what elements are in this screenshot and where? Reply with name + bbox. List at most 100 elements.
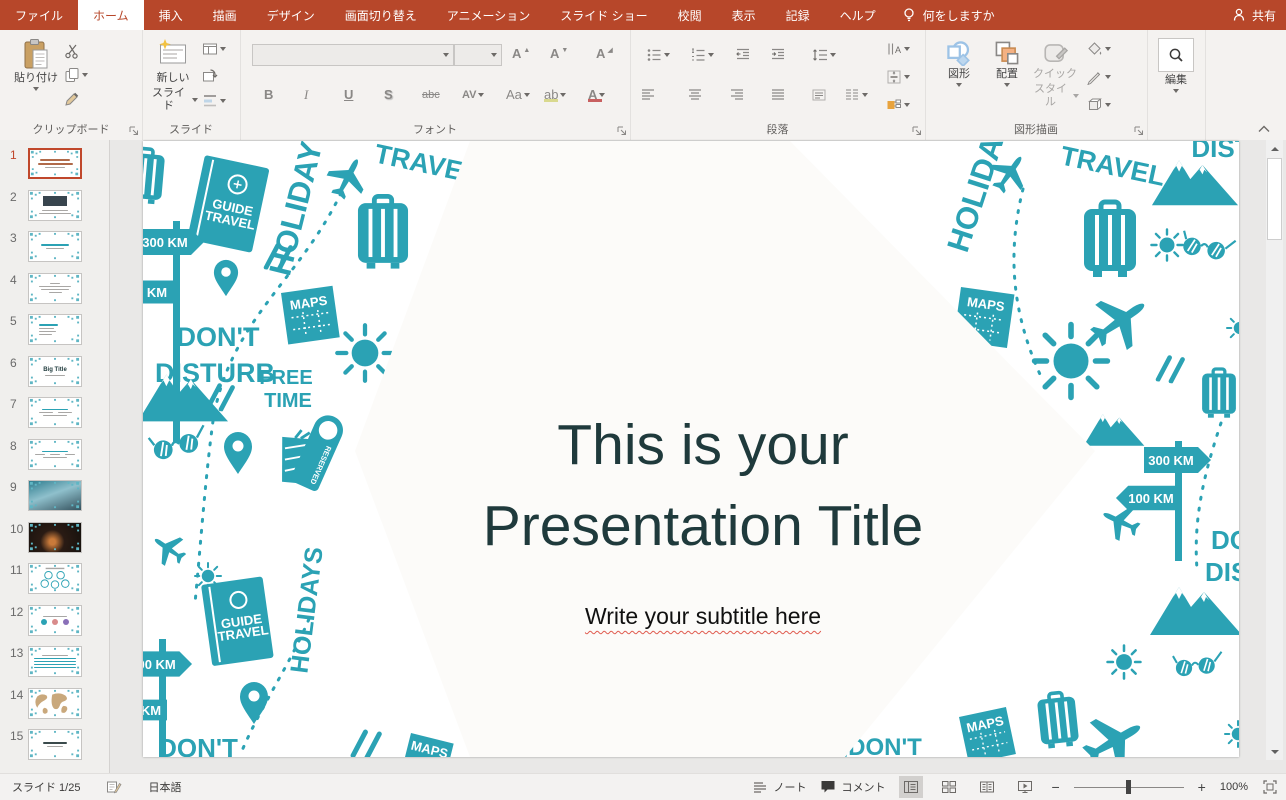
slide-title-placeholder[interactable]: This is your Presentation Title bbox=[323, 405, 1083, 567]
slide-sorter-view-button[interactable] bbox=[937, 776, 961, 798]
clipboard-dialog-launcher[interactable] bbox=[128, 125, 139, 136]
tab-8[interactable]: 校閲 bbox=[663, 0, 717, 30]
new-slide-button[interactable]: 新しい スライド bbox=[148, 38, 198, 113]
notes-button[interactable]: ノート bbox=[752, 779, 806, 795]
tab-2[interactable]: 挿入 bbox=[144, 0, 198, 30]
shape-outline-button[interactable] bbox=[1087, 68, 1111, 86]
spell-check-icon[interactable] bbox=[106, 779, 122, 795]
slide-thumbnail-row-4[interactable]: 4 bbox=[0, 273, 109, 304]
arrange-button[interactable]: 配置 bbox=[987, 40, 1027, 87]
drawing-dialog-launcher[interactable] bbox=[1133, 125, 1144, 136]
tab-10[interactable]: 記録 bbox=[771, 0, 825, 30]
slide-thumbnail-3[interactable] bbox=[28, 231, 82, 262]
editing-button[interactable]: 編集 bbox=[1158, 38, 1194, 93]
slide-thumbnail-row-1[interactable]: 1 bbox=[0, 148, 109, 179]
slide-thumbnail-13[interactable] bbox=[28, 646, 82, 677]
tab-1[interactable]: ホーム bbox=[78, 0, 144, 30]
slide-thumbnail-row-14[interactable]: 14 bbox=[0, 688, 109, 719]
columns-button[interactable] bbox=[844, 86, 868, 104]
slide-thumbnail-row-8[interactable]: 8 bbox=[0, 439, 109, 470]
tab-0[interactable]: ファイル bbox=[0, 0, 78, 30]
clear-formatting-button[interactable]: A◢ bbox=[596, 45, 613, 63]
fit-to-window-icon[interactable] bbox=[1262, 779, 1278, 795]
copy-button[interactable] bbox=[64, 66, 88, 84]
slide-thumbnail-row-6[interactable]: 6Big Title bbox=[0, 356, 109, 387]
slide-counter[interactable]: スライド 1/25 bbox=[12, 779, 80, 795]
slide-thumbnail-1[interactable] bbox=[28, 148, 82, 179]
strikethrough-button[interactable]: abc bbox=[422, 86, 440, 104]
zoom-in-button[interactable]: + bbox=[1198, 780, 1206, 794]
slide-thumbnail-row-12[interactable]: 12 bbox=[0, 605, 109, 636]
slide-thumbnail-row-2[interactable]: 2 bbox=[0, 190, 109, 221]
convert-smartart-button[interactable] bbox=[886, 96, 910, 114]
grow-font-button[interactable]: A▲ bbox=[512, 45, 530, 63]
slide-thumbnail-row-13[interactable]: 13 bbox=[0, 646, 109, 677]
slide-thumbnail-10[interactable] bbox=[28, 522, 82, 553]
change-case-button[interactable]: Aa bbox=[506, 86, 530, 104]
align-left-button[interactable] bbox=[640, 86, 656, 104]
tab-3[interactable]: 描画 bbox=[198, 0, 252, 30]
align-text-button[interactable] bbox=[886, 68, 910, 86]
bold-button[interactable]: B bbox=[264, 86, 273, 104]
collapse-ribbon-button[interactable] bbox=[1256, 122, 1272, 134]
text-shadow-button[interactable]: S bbox=[384, 86, 393, 104]
slide-layout-button[interactable] bbox=[202, 40, 226, 58]
language-indicator[interactable]: 日本語 bbox=[148, 779, 181, 795]
shapes-button[interactable]: 図形 bbox=[939, 40, 979, 87]
align-center-button[interactable] bbox=[687, 86, 703, 104]
zoom-slider[interactable] bbox=[1074, 780, 1184, 794]
quick-styles-button[interactable]: クイック スタイル bbox=[1031, 40, 1079, 109]
slide-thumbnail-row-7[interactable]: 7 bbox=[0, 397, 109, 428]
share-button[interactable]: 共有 bbox=[1231, 0, 1276, 30]
section-button[interactable] bbox=[202, 92, 226, 110]
slide-thumbnail-row-15[interactable]: 15 bbox=[0, 729, 109, 760]
slide-canvas[interactable]: GUIDE TRAVEL HOLIDAY TRAVEL 300 KM KM bbox=[143, 141, 1239, 757]
character-spacing-button[interactable]: AV bbox=[462, 86, 484, 104]
slide-thumbnail-8[interactable] bbox=[28, 439, 82, 470]
slide-thumbnail-row-3[interactable]: 3 bbox=[0, 231, 109, 262]
slide-thumbnail-row-5[interactable]: 5 bbox=[0, 314, 109, 345]
shape-effects-button[interactable] bbox=[1087, 96, 1111, 114]
align-right-button[interactable] bbox=[729, 86, 745, 104]
format-painter-button[interactable] bbox=[64, 90, 80, 108]
reset-slide-button[interactable] bbox=[202, 66, 218, 84]
tab-11[interactable]: ヘルプ bbox=[825, 0, 891, 30]
cut-button[interactable] bbox=[64, 42, 80, 60]
line-spacing-button[interactable] bbox=[812, 46, 836, 64]
highlight-color-button[interactable]: ab bbox=[544, 86, 566, 104]
slide-thumbnail-5[interactable] bbox=[28, 314, 82, 345]
slide-thumbnail-11[interactable] bbox=[28, 563, 82, 594]
italic-button[interactable]: I bbox=[304, 86, 308, 104]
slide-thumbnail-4[interactable] bbox=[28, 273, 82, 304]
slide-thumbnail-12[interactable] bbox=[28, 605, 82, 636]
vertical-scrollbar[interactable] bbox=[1266, 140, 1283, 760]
font-color-button[interactable]: A bbox=[588, 86, 605, 104]
distribute-text-button[interactable] bbox=[811, 86, 827, 104]
slide-thumbnail-row-9[interactable]: 9 bbox=[0, 480, 109, 511]
slide-thumbnail-2[interactable] bbox=[28, 190, 82, 221]
font-dialog-launcher[interactable] bbox=[616, 125, 627, 136]
font-size-combobox[interactable] bbox=[454, 44, 502, 66]
scroll-up-button[interactable] bbox=[1266, 140, 1283, 157]
slide-subtitle-placeholder[interactable]: Write your subtitle here bbox=[423, 603, 983, 630]
zoom-level[interactable]: 100% bbox=[1220, 781, 1248, 793]
shape-fill-button[interactable] bbox=[1087, 40, 1111, 58]
tab-5[interactable]: 画面切り替え bbox=[330, 0, 432, 30]
scrollbar-thumb[interactable] bbox=[1267, 158, 1282, 240]
scroll-down-button[interactable] bbox=[1266, 743, 1283, 760]
paste-button[interactable]: 貼り付け bbox=[12, 38, 60, 91]
comments-button[interactable]: コメント bbox=[820, 779, 885, 795]
slide-thumbnail-15[interactable] bbox=[28, 729, 82, 760]
tab-6[interactable]: アニメーション bbox=[432, 0, 546, 30]
paste-dropdown-caret[interactable] bbox=[33, 87, 39, 91]
zoom-out-button[interactable]: − bbox=[1051, 780, 1059, 794]
reading-view-button[interactable] bbox=[975, 776, 999, 798]
tab-9[interactable]: 表示 bbox=[717, 0, 771, 30]
slide-thumbnail-panel[interactable]: 123456Big Title789101112131415 bbox=[0, 140, 110, 773]
tab-7[interactable]: スライド ショー bbox=[545, 0, 662, 30]
font-name-combobox[interactable] bbox=[252, 44, 454, 66]
slide-thumbnail-row-10[interactable]: 10 bbox=[0, 522, 109, 553]
slide-thumbnail-row-11[interactable]: 11 bbox=[0, 563, 109, 594]
text-direction-button[interactable] bbox=[886, 40, 910, 58]
slide-thumbnail-6[interactable]: Big Title bbox=[28, 356, 82, 387]
